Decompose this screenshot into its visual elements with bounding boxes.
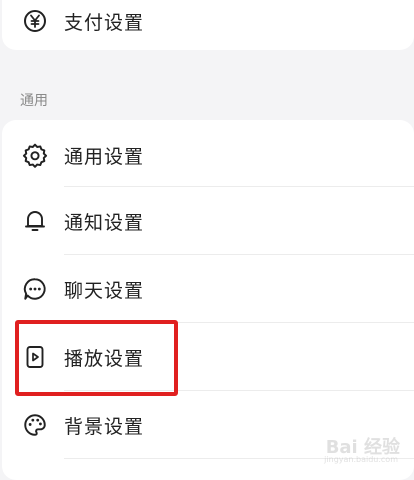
chat-bubble-icon [21,275,49,303]
divider [64,322,414,323]
gear-icon [21,141,49,169]
play-box-icon [21,343,49,371]
payment-settings-item[interactable]: 支付设置 [2,0,414,42]
notification-settings-item[interactable]: 通知设置 [2,188,414,254]
chat-settings-label: 聊天设置 [64,279,145,302]
general-settings-card: 通用设置 通知设置 聊天设置 播放设置 背景设置 [2,120,414,480]
palette-icon [21,411,49,439]
chat-settings-item[interactable]: 聊天设置 [2,256,414,322]
notification-settings-label: 通知设置 [64,211,145,234]
general-settings-item[interactable]: 通用设置 [2,122,414,188]
divider [64,390,414,391]
yen-circle-icon [21,7,49,35]
bell-icon [21,207,49,235]
payment-card: 支付设置 [2,0,414,50]
payment-settings-label: 支付设置 [64,11,145,34]
divider [64,458,414,459]
divider [64,186,414,187]
section-title-general: 通用 [20,93,48,109]
playback-settings-label: 播放设置 [64,347,145,370]
playback-settings-item[interactable]: 播放设置 [2,324,414,390]
general-settings-label: 通用设置 [64,145,145,168]
background-settings-item[interactable]: 背景设置 [2,392,414,458]
divider [64,254,414,255]
background-settings-label: 背景设置 [64,415,145,438]
